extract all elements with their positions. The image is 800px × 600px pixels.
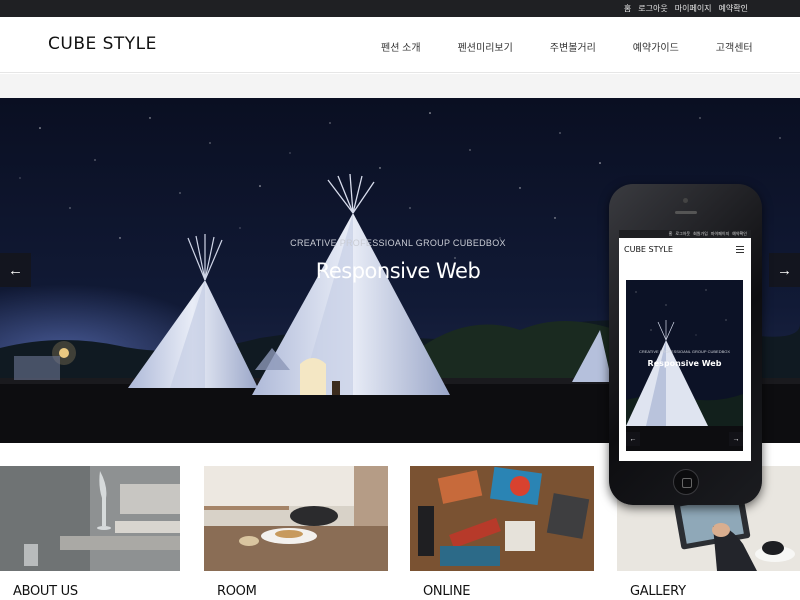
phone-utility-link-home[interactable]: 홈 xyxy=(669,231,673,237)
phone-utility-link-mypage[interactable]: 마이페이지 xyxy=(711,231,729,237)
site-logo[interactable]: CUBE STYLE xyxy=(48,34,157,54)
card-about-us-title: ABOUT US xyxy=(13,584,78,599)
arrow-right-icon: → xyxy=(777,261,792,279)
phone-utility-link-reservation-check[interactable]: 예약확인 xyxy=(732,231,747,237)
card-about-us-image xyxy=(0,466,180,571)
utility-link-home[interactable]: 홈 xyxy=(624,3,631,14)
phone-utility-link-signup[interactable]: 회원가입 xyxy=(693,231,708,237)
nav-item-customer-center[interactable]: 고객센터 xyxy=(716,39,753,54)
utility-link-logout[interactable]: 로그아웃 xyxy=(638,3,667,14)
card-online[interactable]: ONLINE xyxy=(410,466,594,600)
phone-hero-title: Responsive Web xyxy=(647,359,722,368)
arrow-left-icon: ← xyxy=(8,261,23,279)
phone-hero-prev-button[interactable]: ← xyxy=(626,432,640,446)
card-room-image xyxy=(204,466,388,571)
nav-item-reservation-guide[interactable]: 예약가이드 xyxy=(633,39,679,54)
arrow-right-icon: → xyxy=(732,435,740,443)
nav-item-nearby-attractions[interactable]: 주변볼거리 xyxy=(550,39,596,54)
card-room[interactable]: ROOM xyxy=(204,466,388,600)
phone-screen: 홈 로그아웃 회원가입 마이페이지 예약확인 CUBE STYLE CREATI… xyxy=(619,230,751,461)
hero-subtitle: CREATIVE PROFESSIOANL GROUP CUBEDBOX xyxy=(290,238,506,248)
utility-link-reservation-check[interactable]: 예약확인 xyxy=(719,3,748,14)
card-about-us[interactable]: ABOUT US xyxy=(0,466,184,600)
site-header: CUBE STYLE 펜션 소개 펜션미리보기 주변볼거리 예약가이드 고객센터 xyxy=(0,17,800,73)
phone-hero-subtitle: CREATIVE PROFESSIOANL GROUP CUBEDBOX xyxy=(638,349,731,354)
phone-home-button xyxy=(673,469,699,495)
card-online-image xyxy=(410,466,594,571)
phone-site-logo[interactable]: CUBE STYLE xyxy=(624,245,673,254)
card-room-title: ROOM xyxy=(217,584,257,599)
hero-next-button[interactable]: → xyxy=(769,253,800,287)
hamburger-menu-icon[interactable] xyxy=(736,246,744,253)
header-spacer xyxy=(0,74,800,98)
card-online-title: ONLINE xyxy=(423,584,471,599)
phone-camera xyxy=(683,198,688,203)
phone-utility-link-logout[interactable]: 로그아웃 xyxy=(675,231,690,237)
phone-hero: CREATIVE PROFESSIOANL GROUP CUBEDBOX Res… xyxy=(626,280,743,451)
top-utility-bar: 홈 로그아웃 마이페이지 예약확인 xyxy=(0,0,800,17)
main-nav: 펜션 소개 펜션미리보기 주변볼거리 예약가이드 고객센터 xyxy=(381,39,753,54)
phone-utility-bar: 홈 로그아웃 회원가입 마이페이지 예약확인 xyxy=(619,230,751,238)
card-gallery-title: GALLERY xyxy=(630,584,686,599)
hero-prev-button[interactable]: ← xyxy=(0,253,31,287)
nav-item-pension-intro[interactable]: 펜션 소개 xyxy=(381,39,421,54)
phone-utility-links: 홈 로그아웃 회원가입 마이페이지 예약확인 xyxy=(669,231,747,237)
phone-hero-next-button[interactable]: → xyxy=(729,432,743,446)
utility-links: 홈 로그아웃 마이페이지 예약확인 xyxy=(624,3,748,14)
nav-item-pension-preview[interactable]: 펜션미리보기 xyxy=(458,39,513,54)
phone-mockup: 홈 로그아웃 회원가입 마이페이지 예약확인 CUBE STYLE CREATI… xyxy=(609,184,762,505)
phone-speaker xyxy=(675,211,697,214)
arrow-left-icon: ← xyxy=(629,435,637,443)
utility-link-mypage[interactable]: 마이페이지 xyxy=(675,3,712,14)
hero-title: Responsive Web xyxy=(315,259,481,283)
